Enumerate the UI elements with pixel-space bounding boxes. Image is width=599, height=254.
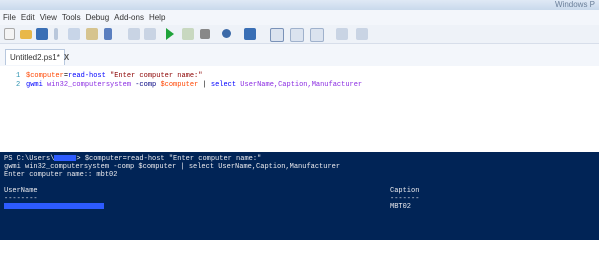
cut-icon[interactable] [54, 28, 58, 40]
code-fields: UserName,Caption,Manufacturer [240, 81, 363, 89]
menu-debug[interactable]: Debug [86, 10, 115, 25]
menu-help[interactable]: Help [149, 10, 170, 25]
clear-icon[interactable] [104, 28, 112, 40]
redacted-username-value [4, 203, 104, 210]
redacted-username [54, 155, 77, 162]
code-select: select [210, 81, 237, 89]
tab-untitled2[interactable]: Untitled2.ps1* X [5, 49, 69, 65]
code-argument: win32_computersystem [47, 81, 132, 89]
code-string: "Enter computer name:" [110, 72, 203, 80]
show-script-pane-icon[interactable] [270, 28, 284, 42]
code-variable: $computer [160, 81, 199, 89]
menu-file[interactable]: File [0, 10, 21, 25]
commands-icon[interactable] [356, 28, 368, 40]
menu-view[interactable]: View [40, 10, 62, 25]
save-icon[interactable] [36, 28, 48, 40]
code-pipe: | [202, 81, 207, 89]
title-bar: Windows P [0, 0, 599, 10]
console-line-3: Enter computer name:: mbt02 [4, 171, 118, 179]
redo-icon[interactable] [144, 28, 156, 40]
column-dash-username: -------- [4, 195, 38, 203]
tab-close-icon[interactable]: X [64, 53, 69, 62]
menu-tools[interactable]: Tools [62, 10, 86, 25]
column-header-caption: Caption [390, 187, 420, 195]
code-command: read-host [68, 72, 106, 80]
new-icon[interactable] [4, 28, 15, 40]
run-selection-icon[interactable] [182, 28, 194, 40]
code-variable: $computer [26, 72, 64, 80]
stop-icon[interactable] [200, 29, 210, 39]
prompt-prefix: PS C:\Users\ [4, 155, 55, 163]
menu-bar: File Edit View Tools Debug Add-ons Help [0, 10, 599, 25]
line-number: 1 [16, 72, 21, 80]
zoom-icon[interactable] [336, 28, 348, 40]
prompt-command: > $computer=read-host "Enter computer na… [76, 155, 262, 163]
line-number: 2 [16, 81, 21, 89]
show-script-pane-right-icon[interactable] [290, 28, 304, 42]
code-parameter: -comp [135, 81, 157, 89]
tab-label: Untitled2.ps1* [10, 53, 60, 62]
copy-icon[interactable] [68, 28, 80, 40]
window-title: Windows P [554, 0, 595, 9]
column-header-username: UserName [4, 187, 38, 195]
status-area [0, 240, 599, 254]
console-line-1: PS C:\Users\ > $computer=read-host "Enter… [4, 155, 261, 163]
console-pane[interactable]: PS C:\Users\ > $computer=read-host "Enter… [0, 152, 599, 240]
show-script-pane-max-icon[interactable] [310, 28, 324, 42]
menu-edit[interactable]: Edit [21, 10, 40, 25]
open-icon[interactable] [20, 30, 32, 39]
menu-add-ons[interactable]: Add-ons [114, 10, 149, 25]
code-command: gwmi [26, 81, 43, 89]
column-dash-caption: ------- [390, 195, 420, 203]
script-editor[interactable]: 1 $computer=read-host "Enter computer na… [0, 66, 599, 152]
code-line-1: $computer=read-host "Enter computer name… [26, 72, 202, 81]
tab-strip: Untitled2.ps1* X [0, 44, 599, 66]
new-remote-icon[interactable] [244, 28, 256, 40]
debug-icon[interactable] [222, 29, 231, 38]
undo-icon[interactable] [128, 28, 140, 40]
run-icon[interactable] [166, 28, 174, 40]
paste-icon[interactable] [86, 28, 98, 40]
toolbar [0, 25, 599, 44]
console-line-2: gwmi win32_computersystem -comp $compute… [4, 163, 341, 171]
code-line-2: gwmi win32_computersystem -comp $compute… [26, 81, 362, 90]
row-username [4, 203, 104, 211]
row-caption: MBT02 [390, 203, 412, 211]
